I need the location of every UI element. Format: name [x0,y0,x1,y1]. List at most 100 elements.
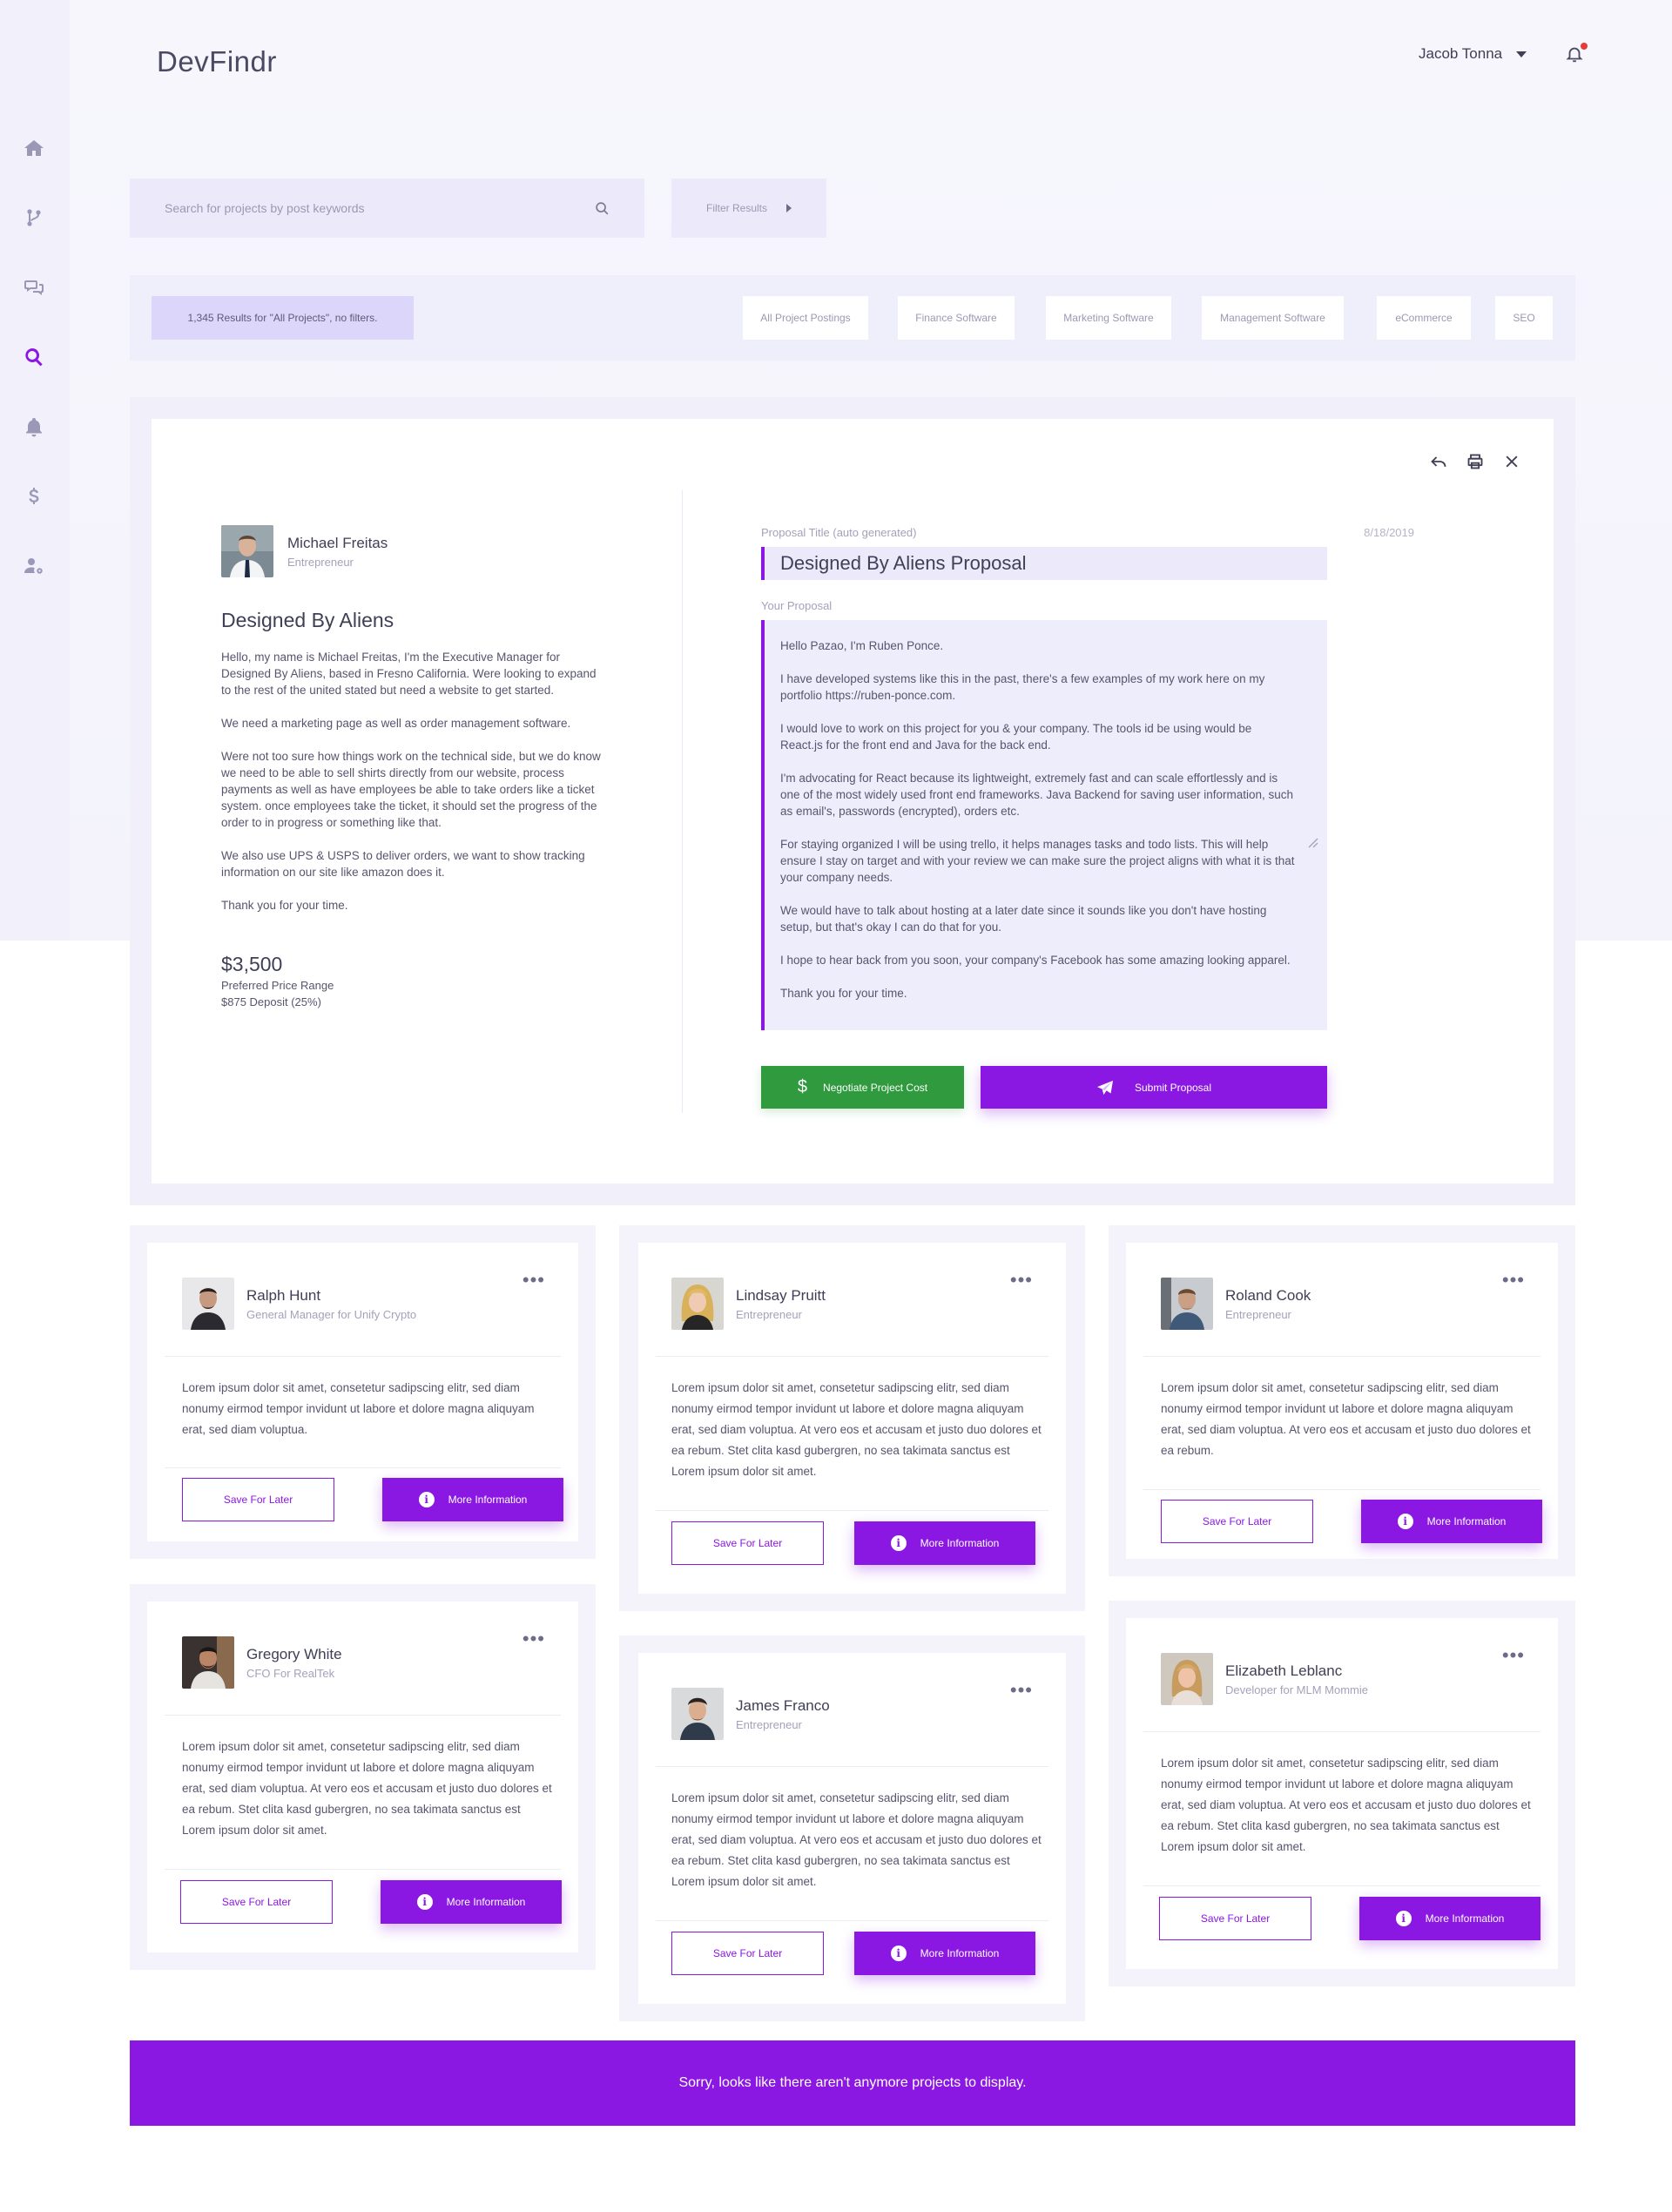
avatar[interactable] [671,1688,724,1740]
avatar[interactable] [1161,1278,1213,1330]
more-information-button[interactable]: i More Information [854,1932,1035,1975]
filter-results-button[interactable]: Filter Results [671,179,826,238]
project-title: Designed By Aliens [221,609,394,631]
divider [165,1715,561,1716]
more-options-icon[interactable]: ••• [1502,1271,1525,1290]
poster-name: Michael Freitas [287,534,388,551]
avatar[interactable] [221,525,273,577]
info-icon: i [890,1946,907,1961]
card-poster-role: Entrepreneur [736,1717,802,1731]
more-information-label: More Information [448,1494,528,1506]
card-header: James Franco Entrepreneur [671,1688,830,1740]
save-for-later-button[interactable]: Save For Later [182,1478,334,1521]
user-menu[interactable]: Jacob Tonna [1419,45,1527,63]
divider [165,1869,561,1870]
chevron-down-icon [1516,51,1527,57]
description-paragraph: Thank you for your time. [221,899,348,912]
info-icon: i [1397,1514,1413,1529]
chip-ecommerce[interactable]: eCommerce [1377,296,1471,340]
description-paragraph: We need a marketing page as well as orde… [221,717,571,730]
branch-icon[interactable] [21,205,47,231]
project-card: Lindsay Pruitt Entrepreneur ••• Lorem ip… [619,1225,1085,1611]
results-bar: 1,345 Results for "All Projects", no fil… [130,275,1575,361]
proposal-paragraph: I hope to hear back from you soon, your … [780,954,1291,967]
save-for-later-button[interactable]: Save For Later [671,1521,824,1565]
notification-dot [1581,43,1588,50]
more-information-button[interactable]: i More Information [854,1521,1035,1565]
proposal-paragraph: Hello Pazao, I'm Ruben Ponce. [780,639,944,652]
info-icon: i [890,1535,907,1551]
project-card: Ralph Hunt General Manager for Unify Cry… [130,1225,596,1559]
more-information-button[interactable]: i More Information [1359,1897,1541,1940]
proposal-textarea[interactable]: Hello Pazao, I'm Ruben Ponce. I have dev… [761,620,1327,1030]
more-options-icon[interactable]: ••• [1010,1271,1033,1290]
search-bar[interactable]: Search for projects by post keywords [130,179,644,238]
proposal-date: 8/18/2019 [1364,526,1414,539]
chip-management-software[interactable]: Management Software [1202,296,1344,340]
home-icon[interactable] [21,135,47,161]
avatar[interactable] [182,1278,234,1330]
avatar[interactable] [182,1636,234,1689]
more-options-icon[interactable]: ••• [522,1629,545,1649]
submit-proposal-button[interactable]: Submit Proposal [981,1066,1327,1109]
project-card: Gregory White CFO For RealTek ••• Lorem … [130,1584,596,1970]
resize-handle-icon[interactable] [1306,836,1318,848]
card-poster-role: General Manager for Unify Crypto [246,1307,417,1321]
card-poster-role: Entrepreneur [1225,1307,1291,1321]
reply-icon[interactable] [1429,452,1448,471]
avatar[interactable] [671,1278,724,1330]
send-icon [1096,1080,1113,1095]
save-for-later-button[interactable]: Save For Later [1161,1500,1313,1543]
divider [656,1510,1048,1511]
project-card-inner: Lindsay Pruitt Entrepreneur ••• Lorem ip… [638,1243,1066,1594]
proposal-paragraph: Thank you for your time. [780,987,907,1000]
negotiate-label: Negotiate Project Cost [823,1081,928,1094]
notification-bell-icon[interactable] [1565,43,1588,66]
save-for-later-button[interactable]: Save For Later [180,1880,333,1924]
card-header: Roland Cook Entrepreneur [1161,1278,1311,1330]
avatar[interactable] [1161,1653,1213,1705]
card-poster-name: Ralph Hunt [246,1286,321,1304]
proposal-paragraph: I have developed systems like this in th… [780,672,1265,702]
search-input[interactable]: Search for projects by post keywords [165,201,595,215]
bell-icon[interactable] [21,414,47,440]
card-description: Lorem ipsum dolor sit amet, consetetur s… [671,1791,1042,1888]
filter-results-label: Filter Results [705,202,767,214]
chat-icon[interactable] [21,274,47,300]
detail-toolbar [1429,452,1521,471]
card-header: Lindsay Pruitt Entrepreneur [671,1278,826,1330]
more-options-icon[interactable]: ••• [1502,1646,1525,1665]
more-information-button[interactable]: i More Information [382,1478,563,1521]
search-icon[interactable] [21,344,47,370]
chip-all-projects[interactable]: All Project Postings [743,296,868,340]
save-for-later-button[interactable]: Save For Later [1159,1897,1311,1940]
divider [656,1766,1048,1767]
card-description: Lorem ipsum dolor sit amet, consetetur s… [1161,1757,1531,1853]
close-icon[interactable] [1502,452,1521,471]
negotiate-cost-button[interactable]: $ Negotiate Project Cost [761,1066,964,1109]
brand-logo[interactable]: DevFindr [157,45,277,78]
chip-marketing-software[interactable]: Marketing Software [1046,296,1171,340]
results-count: 1,345 Results for "All Projects", no fil… [152,296,414,340]
proposal-title-label: Proposal Title (auto generated) [761,526,917,539]
card-description: Lorem ipsum dolor sit amet, consetetur s… [1161,1381,1531,1457]
save-for-later-button[interactable]: Save For Later [671,1932,824,1975]
chip-finance-software[interactable]: Finance Software [898,296,1015,340]
card-poster-name: James Franco [736,1696,830,1714]
card-header: Gregory White CFO For RealTek [182,1636,342,1689]
user-name: Jacob Tonna [1419,45,1503,62]
search-icon[interactable] [595,201,610,216]
print-icon[interactable] [1466,452,1485,471]
proposal-title-field[interactable]: Designed By Aliens Proposal [761,547,1327,580]
more-options-icon[interactable]: ••• [522,1271,545,1290]
price-range-label: Preferred Price Range [221,979,334,992]
chip-seo[interactable]: SEO [1495,296,1553,340]
more-information-button[interactable]: i More Information [1361,1500,1542,1543]
project-detail-panel: Michael Freitas Entrepreneur Designed By… [130,397,1575,1205]
dollar-icon[interactable] [21,483,47,509]
no-more-projects-banner: Sorry, looks like there aren't anymore p… [130,2040,1575,2126]
more-information-button[interactable]: i More Information [381,1880,562,1924]
more-options-icon[interactable]: ••• [1010,1681,1033,1700]
user-settings-icon[interactable] [21,553,47,579]
dollar-icon: $ [797,1077,808,1096]
